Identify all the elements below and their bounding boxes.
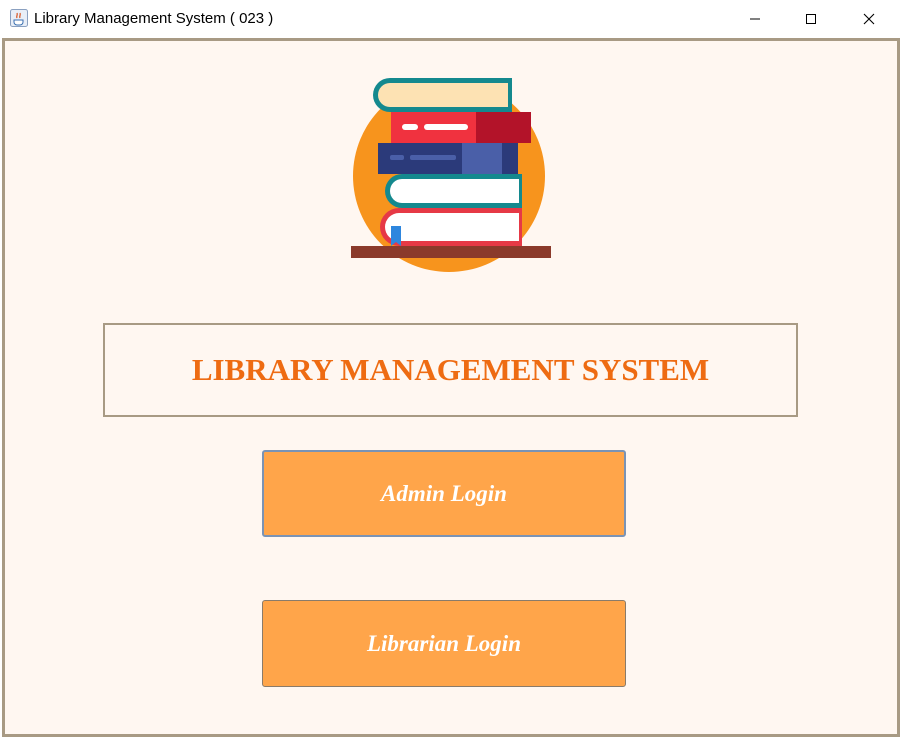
maximize-icon — [806, 14, 816, 24]
page-title: LIBRARY MANAGEMENT SYSTEM — [191, 352, 710, 387]
java-coffee-icon — [10, 9, 28, 27]
maximize-button[interactable] — [788, 0, 834, 38]
librarian-login-label: Librarian Login — [366, 630, 521, 656]
heading-box: LIBRARY MANAGEMENT SYSTEM — [103, 323, 798, 417]
close-icon — [863, 13, 875, 25]
admin-login-label: Admin Login — [381, 480, 507, 506]
librarian-login-button[interactable]: Librarian Login — [262, 600, 626, 687]
minimize-button[interactable] — [732, 0, 778, 38]
window-titlebar[interactable]: Library Management System ( 023 ) — [0, 0, 902, 38]
minimize-icon — [750, 18, 760, 20]
admin-login-button[interactable]: Admin Login — [262, 450, 626, 537]
close-button[interactable] — [846, 0, 892, 38]
books-stack-icon — [351, 78, 551, 272]
window-title: Library Management System ( 023 ) — [34, 10, 274, 27]
